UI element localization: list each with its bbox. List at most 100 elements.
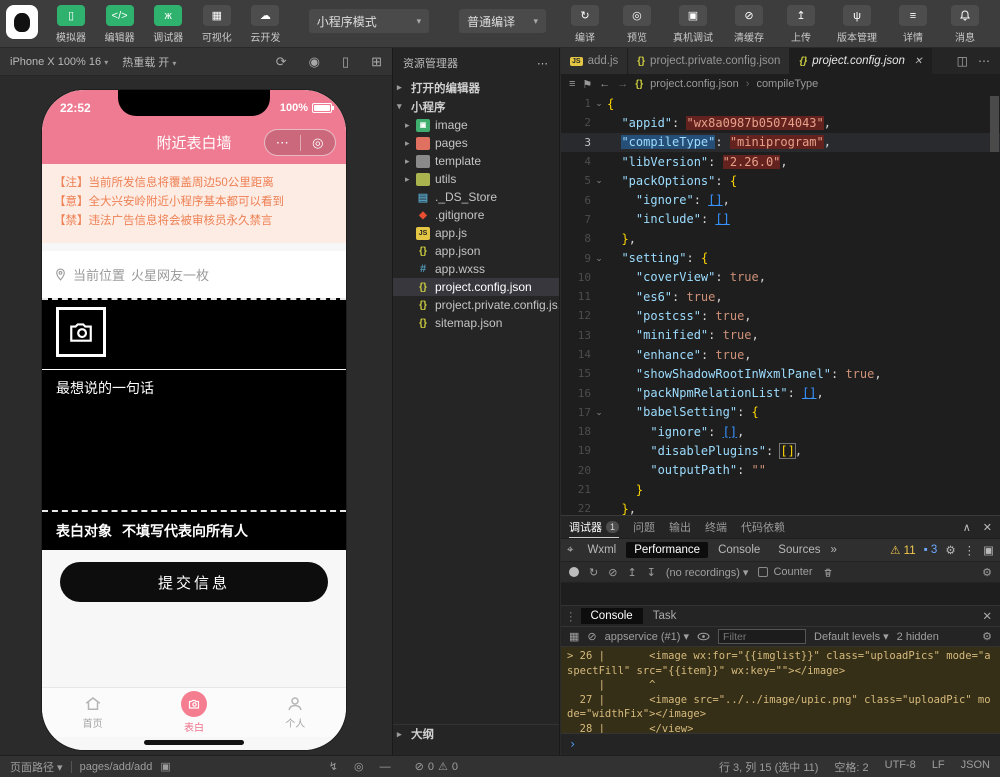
watch-icon[interactable]: ◎ <box>354 760 364 773</box>
toggle-simulator-button[interactable]: ▯ 模拟器 <box>48 5 95 44</box>
clear-console-icon[interactable]: ⊘ <box>587 630 596 643</box>
devtools-tab-wxml[interactable]: Wxml <box>579 542 624 558</box>
info-count[interactable]: ▪ 3 <box>924 544 938 556</box>
real-device-debug-button[interactable]: ▣ 真机调试 <box>664 5 722 44</box>
more-menu-button[interactable]: ⋯ <box>265 130 300 155</box>
gear-icon[interactable]: ⚙ <box>945 543 955 557</box>
tree-item-template[interactable]: ▸template <box>393 152 559 170</box>
miniprogram-mode-dropdown[interactable]: 小程序模式 ▾ <box>309 9 429 33</box>
submit-button[interactable]: 提交信息 <box>60 562 328 602</box>
code-line[interactable]: 14 "enhance": true, <box>561 345 1000 364</box>
code-line[interactable]: 20 "outputPath": "" <box>561 461 1000 480</box>
console-tab-task[interactable]: Task <box>643 608 687 624</box>
console-prompt[interactable]: › <box>561 733 1000 753</box>
outline-list-icon[interactable]: ≡ <box>569 78 575 90</box>
hidden-count[interactable]: 2 hidden <box>897 631 939 643</box>
load-profile-icon[interactable]: ↥ <box>627 566 636 579</box>
location-row[interactable]: 当前位置 火星网友一枚 <box>42 251 346 298</box>
flash-icon[interactable]: ↯ <box>329 760 338 773</box>
panel-tab-代码依赖[interactable]: 代码依赖 <box>741 516 785 538</box>
outline-section[interactable]: ▸ 大纲 <box>393 724 559 743</box>
panel-tab-终端[interactable]: 终端 <box>705 516 727 538</box>
log-levels-dropdown[interactable]: Default levels ▾ <box>814 630 889 643</box>
dash-icon[interactable]: — <box>380 761 391 773</box>
tab-home[interactable]: 首页 <box>42 688 143 737</box>
overflow-chevron-icon[interactable]: » <box>830 544 836 556</box>
tree-item-app.json[interactable]: {}app.json <box>393 242 559 260</box>
panel-tab-问题[interactable]: 问题 <box>633 516 655 538</box>
toggle-debugger-button[interactable]: ж 调试器 <box>145 5 192 44</box>
bookmark-icon[interactable]: ⚑ <box>582 78 592 91</box>
tree-item-._DS_Store[interactable]: ▤._DS_Store <box>393 188 559 206</box>
device-dropdown[interactable]: iPhone X 100% 16 ▾ <box>10 56 108 68</box>
version-management-button[interactable]: ψ 版本管理 <box>828 5 886 44</box>
message-textarea[interactable]: 最想说的一句话 <box>42 369 346 510</box>
status-segment[interactable]: 空格: 2 <box>834 759 868 775</box>
clear-cache-button[interactable]: ⊘ 清缓存 <box>724 5 774 44</box>
code-line[interactable]: 11 "es6": true, <box>561 287 1000 306</box>
open-editors-section[interactable]: ▸ 打开的编辑器 <box>393 78 559 97</box>
messages-button[interactable]: 消息 <box>940 5 990 44</box>
code-line[interactable]: 3 "compileType": "miniprogram", <box>561 133 1000 152</box>
current-page-path[interactable]: pages/add/add <box>80 761 153 773</box>
console-tab-console[interactable]: Console <box>581 608 643 624</box>
code-line[interactable]: 15 "showShadowRootInWxmlPanel": true, <box>561 364 1000 383</box>
context-dropdown[interactable]: appservice (#1) ▾ <box>605 630 689 643</box>
scrollbar-thumb[interactable] <box>990 96 999 152</box>
warning-count[interactable]: ⚠ 11 <box>890 543 915 557</box>
code-line[interactable]: 9⌄ "setting": { <box>561 248 1000 267</box>
close-panel-icon[interactable]: ✕ <box>983 521 992 534</box>
compile-mode-dropdown[interactable]: 普通编译 ▾ <box>459 9 546 33</box>
kebab-menu-icon[interactable]: ⋮ <box>964 543 976 557</box>
code-line[interactable]: 18 "ignore": [], <box>561 422 1000 441</box>
visualization-button[interactable]: ▦ 可视化 <box>194 5 241 44</box>
record-screen-icon[interactable]: ◉ <box>309 54 320 70</box>
split-editor-icon[interactable]: ◫ <box>957 54 968 68</box>
undock-icon[interactable]: ▣ <box>983 543 994 557</box>
drag-handle-icon[interactable]: ⋮ <box>561 609 581 623</box>
panel-tab-调试器[interactable]: 调试器1 <box>569 516 619 538</box>
console-output[interactable]: > 26 | <image wx:for="{{imglist}}" class… <box>561 647 1000 733</box>
tab-post[interactable]: 表白 <box>143 688 244 737</box>
eye-icon[interactable] <box>697 632 710 641</box>
console-sidebar-icon[interactable]: ▦ <box>569 630 579 643</box>
hot-reload-dropdown[interactable]: 热重载 开 ▾ <box>122 54 176 70</box>
tree-item-utils[interactable]: ▸utils <box>393 170 559 188</box>
code-line[interactable]: 22 }, <box>561 499 1000 515</box>
code-line[interactable]: 12 "postcss": true, <box>561 306 1000 325</box>
code-line[interactable]: 1⌄{ <box>561 94 1000 113</box>
tab-project-private-config[interactable]: {} project.private.config.json <box>628 48 790 74</box>
tab-project-config[interactable]: {} project.config.json ✕ <box>790 48 932 74</box>
toggle-editor-button[interactable]: </> 编辑器 <box>96 5 143 44</box>
copy-path-icon[interactable]: ▣ <box>160 760 170 773</box>
devtools-tab-console[interactable]: Console <box>710 542 768 558</box>
problems-counter[interactable]: ⊘0 ⚠0 <box>415 760 458 773</box>
upload-button[interactable]: ↥ 上传 <box>776 5 826 44</box>
fold-icon[interactable]: ⌄ <box>591 253 607 264</box>
tab-profile[interactable]: 个人 <box>245 688 346 737</box>
tree-item-app.wxss[interactable]: #app.wxss <box>393 260 559 278</box>
rotate-icon[interactable]: ⟳ <box>276 54 287 70</box>
add-photo-button[interactable] <box>56 307 106 357</box>
code-line[interactable]: 17⌄ "babelSetting": { <box>561 403 1000 422</box>
save-profile-icon[interactable]: ↧ <box>647 566 656 579</box>
page-path-dropdown[interactable]: 页面路径 ▾ <box>10 759 63 775</box>
status-segment[interactable]: LF <box>932 759 945 775</box>
recordings-dropdown[interactable]: (no recordings) ▾ <box>666 566 749 579</box>
tree-item-project.private.config.js...[interactable]: {}project.private.config.js... <box>393 296 559 314</box>
devtools-tab-sources[interactable]: Sources <box>770 542 828 558</box>
gear-icon[interactable]: ⚙ <box>982 630 992 643</box>
tree-item-image[interactable]: ▸▣image <box>393 116 559 134</box>
code-line[interactable]: 8 }, <box>561 229 1000 248</box>
tree-item-sitemap.json[interactable]: {}sitemap.json <box>393 314 559 332</box>
code-line[interactable]: 16 "packNpmRelationList": [], <box>561 383 1000 402</box>
status-segment[interactable]: UTF-8 <box>885 759 916 775</box>
code-line[interactable]: 13 "minified": true, <box>561 326 1000 345</box>
reload-record-icon[interactable]: ↻ <box>589 566 598 579</box>
inspect-element-icon[interactable]: ⌖ <box>567 544 573 557</box>
status-segment[interactable]: JSON <box>961 759 990 775</box>
code-line[interactable]: 4 "libVersion": "2.26.0", <box>561 152 1000 171</box>
code-line[interactable]: 21 } <box>561 480 1000 499</box>
gear-icon[interactable]: ⚙ <box>982 566 992 579</box>
detach-window-icon[interactable]: ⊞ <box>371 54 382 70</box>
